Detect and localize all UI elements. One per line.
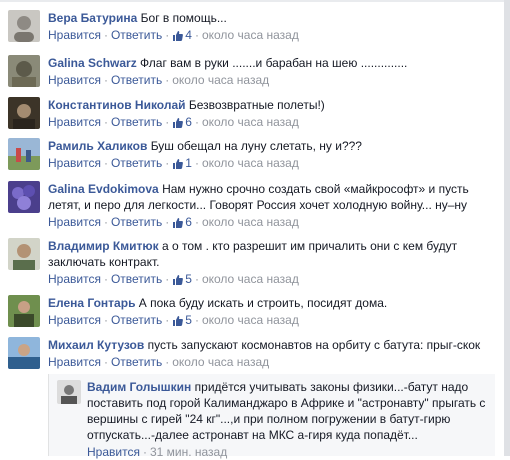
like-link[interactable]: Нравится xyxy=(48,272,101,286)
timestamp[interactable]: около часа назад xyxy=(202,313,299,327)
like-count[interactable]: 1 xyxy=(172,156,192,170)
avatar[interactable] xyxy=(8,10,40,42)
comment-author[interactable]: Вера Батурина xyxy=(48,11,137,25)
reply-link[interactable]: Ответить xyxy=(111,313,162,327)
comment-author[interactable]: Владимир Кмитюк xyxy=(48,239,159,253)
like-link[interactable]: Нравится xyxy=(48,355,101,369)
like-count[interactable]: 6 xyxy=(172,215,192,229)
like-link[interactable]: Нравится xyxy=(87,445,140,459)
thumbs-up-icon xyxy=(173,31,184,41)
timestamp[interactable]: 31 мин. назад xyxy=(150,445,227,459)
comment-text: пусть запускают космонавтов на орбиту с … xyxy=(147,338,481,352)
reply-author[interactable]: Вадим Голышкин xyxy=(87,380,191,394)
like-link[interactable]: Нравится xyxy=(48,73,101,87)
reply-link[interactable]: Ответить xyxy=(111,272,162,286)
like-link[interactable]: Нравится xyxy=(48,28,101,42)
reply-thread: Вадим Голышкин придётся учитывать законы… xyxy=(48,374,495,459)
comment-text: Бог в помощь... xyxy=(140,11,227,25)
timestamp[interactable]: около часа назад xyxy=(172,355,269,369)
comment-text: Флаг вам в руки .......и барабан на шею … xyxy=(140,56,408,70)
thumbs-up-icon xyxy=(173,316,184,326)
timestamp[interactable]: около часа назад xyxy=(202,28,299,42)
comment-author[interactable]: Рамиль Халиков xyxy=(48,139,147,153)
thumbs-up-icon xyxy=(173,218,184,228)
comment-author[interactable]: Galina Schwarz xyxy=(48,56,137,70)
avatar[interactable] xyxy=(57,380,81,404)
like-link[interactable]: Нравится xyxy=(48,215,101,229)
comment-author[interactable]: Константинов Николай xyxy=(48,98,186,112)
comment-author[interactable]: Galina Evdokimova xyxy=(48,182,159,196)
reply-link[interactable]: Ответить xyxy=(111,28,162,42)
like-count[interactable]: 6 xyxy=(172,115,192,129)
thumbs-up-icon xyxy=(173,159,184,169)
thumbs-up-icon xyxy=(173,118,184,128)
avatar[interactable] xyxy=(8,97,40,129)
avatar[interactable] xyxy=(8,238,40,270)
reply-link[interactable]: Ответить xyxy=(111,156,162,170)
reply-link[interactable]: Ответить xyxy=(111,115,162,129)
top-divider xyxy=(0,0,510,2)
comment-author[interactable]: Елена Гонтарь xyxy=(48,296,135,310)
comment-author[interactable]: Михаил Кутузов xyxy=(48,338,144,352)
comment-text: А пока буду искать и строить, посидят до… xyxy=(138,296,388,310)
timestamp[interactable]: около часа назад xyxy=(202,115,299,129)
like-link[interactable]: Нравится xyxy=(48,115,101,129)
thumbs-up-icon xyxy=(173,275,184,285)
comment-text: Буш обещал на луну слетать, ну и??? xyxy=(150,139,362,153)
timestamp[interactable]: около часа назад xyxy=(202,272,299,286)
timestamp[interactable]: около часа назад xyxy=(172,73,269,87)
like-link[interactable]: Нравится xyxy=(48,156,101,170)
like-count[interactable]: 5 xyxy=(172,313,192,327)
avatar[interactable] xyxy=(8,337,40,369)
reply-link[interactable]: Ответить xyxy=(111,355,162,369)
like-count[interactable]: 4 xyxy=(172,28,192,42)
avatar[interactable] xyxy=(8,138,40,170)
avatar[interactable] xyxy=(8,55,40,87)
timestamp[interactable]: около часа назад xyxy=(202,215,299,229)
reply-link[interactable]: Ответить xyxy=(111,215,162,229)
scrollbar[interactable] xyxy=(504,0,510,456)
timestamp[interactable]: около часа назад xyxy=(202,156,299,170)
like-link[interactable]: Нравится xyxy=(48,313,101,327)
comment-text: Безвозвратные полеты!) xyxy=(188,98,325,112)
like-count[interactable]: 5 xyxy=(172,272,192,286)
reply-link[interactable]: Ответить xyxy=(111,73,162,87)
avatar[interactable] xyxy=(8,181,40,213)
avatar[interactable] xyxy=(8,295,40,327)
